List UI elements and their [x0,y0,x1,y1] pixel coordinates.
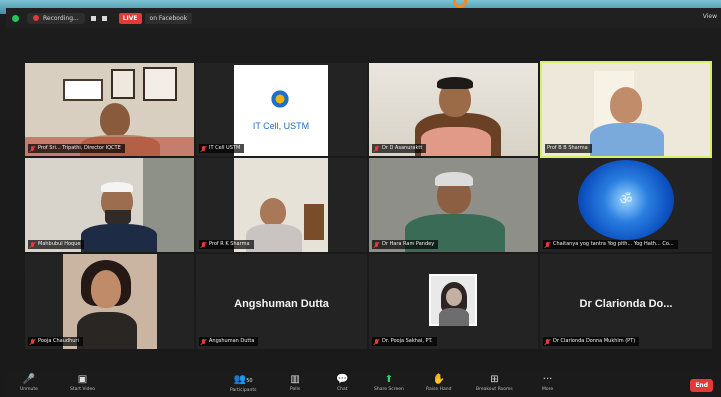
mic-muted-icon [545,338,550,345]
mic-muted-icon [201,241,206,248]
microphone-muted-icon: 🎤 [22,374,36,385]
video-tile[interactable]: Dr. Pooja Sakhai, PT. [369,254,538,349]
participant-name-label: Prof Sri... Tripathi, Director IQCTE [28,144,125,153]
bookshelf [304,204,324,240]
participant-name-label: IT Cell USTM [199,144,245,153]
video-camera-icon: ▣ [77,374,88,385]
start-video-button[interactable]: ▣ Start Video [70,374,95,393]
wall-photo-frame [143,67,177,101]
participant-name-label: Dr D Asanuraktt [372,144,427,153]
recording-label: Recording... [43,14,79,22]
participant-name-label: Angshuman Dutta [199,337,259,346]
security-shield-icon[interactable] [12,14,19,22]
video-tile[interactable]: Mahbubul Hoque [25,158,194,252]
participant-display-name: Angshuman Dutta [234,298,329,310]
mic-muted-icon [374,338,379,345]
participant-name-label: Dr Clarionda Donna Mukhim (PT) [543,337,640,346]
participant-name-label: Pooja Chaudhuri [28,337,83,346]
video-tile[interactable]: Angshuman Dutta Angshuman Dutta [196,254,367,349]
participant-body [246,224,302,252]
video-tile[interactable]: Dr Clarionda Do... Dr Clarionda Donna Mu… [540,254,712,349]
participant-body [590,123,664,156]
share-screen-icon: ⬆ [384,374,394,385]
live-badge[interactable]: LIVE [118,12,142,24]
video-tile[interactable]: ॐ Chaitanya yog tantra Yog pith... Yog H… [540,158,712,252]
video-tile[interactable]: Dr D Asanuraktt [369,63,538,156]
participants-icon: 👥50 [233,374,253,385]
participant-name-label: Chaitanya yog tantra Yog pith... Yog Hat… [543,240,678,249]
share-screen-button[interactable]: ⬆ Share Screen [374,374,404,393]
participant-name-label: Dr. Pooja Sakhai, PT. [372,337,437,346]
video-tile[interactable]: Prof Sri... Tripathi, Director IQCTE [25,63,194,156]
raise-hand-button[interactable]: ✋ Raise Hand [426,374,451,393]
participant-face [260,198,286,226]
meeting-toolbar: 🎤 Unmute ▣ Start Video 👥50 Participants … [6,372,721,397]
profile-photo [429,274,477,326]
video-tile[interactable]: Dr Hara Ram Pandey [369,158,538,252]
participant-display-name: Dr Clarionda Do... [579,298,673,310]
mic-muted-icon [201,338,206,345]
mic-muted-icon [30,338,35,345]
wall-photo-frame [111,69,135,99]
mic-muted-icon [545,241,550,248]
participant-face [100,103,130,137]
participants-button[interactable]: 👥50 Participants [230,374,256,394]
pause-recording-icon[interactable] [90,15,96,21]
recording-indicator[interactable]: Recording... [27,12,85,24]
record-dot-icon [33,15,39,21]
polls-button[interactable]: ▥ Polls [290,374,300,393]
it-cell-logo-card: IT Cell, USTM [234,65,328,156]
mic-muted-icon [374,145,379,152]
mic-muted-icon [374,241,379,248]
active-speaker-tile[interactable]: Prof B B Sharma [540,61,712,158]
video-tile[interactable]: IT Cell, USTM IT Cell USTM [196,63,367,156]
breakout-rooms-button[interactable]: ⊞ Breakout Rooms [476,374,513,393]
om-mandala-image: ॐ [578,160,674,240]
chat-button[interactable]: 💬 Chat [336,374,349,393]
chat-icon: 💬 [336,374,349,385]
mic-muted-icon [30,241,35,248]
ustm-logo-icon [270,89,290,109]
participant-body [77,312,137,349]
meeting-topbar: Recording... LIVE on Facebook View [6,8,721,28]
view-button[interactable]: View [703,13,717,20]
video-tile[interactable]: Prof R K Sharma [196,158,367,252]
participant-name-label: Prof R K Sharma [199,240,254,249]
wall-photo-frame [63,79,103,101]
stop-recording-icon[interactable] [101,15,107,21]
polls-icon: ▥ [290,374,300,385]
live-platform-dropdown[interactable]: on Facebook [144,12,193,24]
om-symbol-icon: ॐ [619,192,633,208]
participant-name-label: Dr Hara Ram Pandey [372,240,439,249]
mic-muted-icon [201,145,206,152]
video-tile[interactable]: Pooja Chaudhuri [25,254,194,349]
breakout-rooms-icon: ⊞ [490,374,499,385]
end-meeting-button[interactable]: End [690,379,713,392]
orange-decorative-arc [453,0,467,8]
mic-muted-icon [30,145,35,152]
participant-name-label: Prof B B Sharma [545,144,592,153]
unmute-button[interactable]: 🎤 Unmute [20,374,38,393]
participant-body [81,224,157,252]
raise-hand-icon: ✋ [432,374,445,385]
more-button[interactable]: ··· More [542,374,553,393]
participant-body [421,127,491,156]
zoom-window: Recording... LIVE on Facebook View Prof … [0,0,721,397]
more-icon: ··· [542,374,553,385]
participant-name-label: Mahbubul Hoque [28,240,85,249]
participant-face [610,87,642,123]
